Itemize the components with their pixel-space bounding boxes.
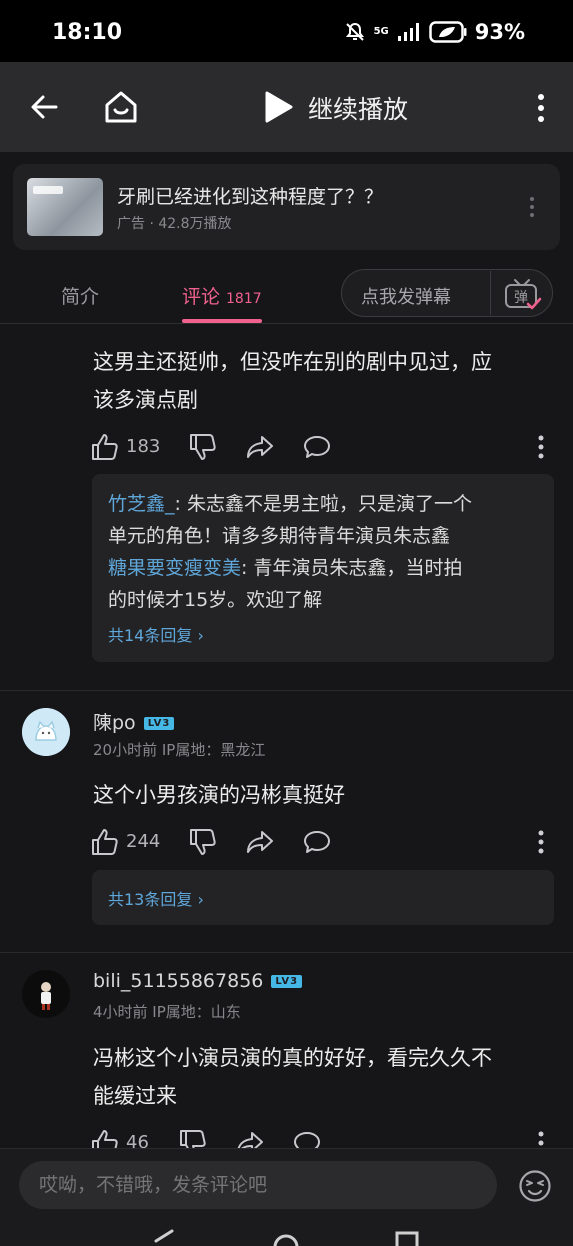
comment-text: 这个小男孩演的冯彬真挺好 — [93, 783, 345, 807]
continue-play-button[interactable]: 继续播放 — [308, 90, 408, 126]
share-icon[interactable] — [245, 827, 275, 857]
avatar[interactable] — [22, 708, 70, 756]
comment-divider — [0, 952, 573, 953]
reply-item: 竹芝鑫_: 朱志鑫不是男主啦，只是演了一个 — [108, 493, 472, 515]
level-badge: LV3 — [271, 975, 303, 988]
ad-more-icon[interactable] — [527, 196, 537, 218]
back-arrow-icon[interactable] — [28, 90, 62, 124]
view-replies-link[interactable]: 共13条回复 › — [92, 886, 554, 910]
danmu-placeholder: 点我发弹幕 — [361, 287, 451, 308]
like-count: 244 — [126, 831, 161, 852]
like-count: 183 — [126, 436, 161, 457]
home-icon[interactable] — [102, 88, 140, 126]
status-bar: 18:10 5G 93% — [0, 0, 573, 62]
level-badge: LV3 — [143, 717, 175, 730]
comment-count: 1817 — [226, 291, 262, 307]
system-recents-icon[interactable] — [393, 1227, 421, 1246]
dislike-icon[interactable] — [188, 432, 218, 462]
reply-item-cont: 单元的角色！请多多期待青年演员朱志鑫 — [108, 525, 451, 547]
comment-meta: 4小时前 IP属地：山东 — [93, 1003, 241, 1021]
comment-more-icon[interactable] — [533, 829, 549, 855]
reply-item-cont: 的时候才15岁。欢迎了解 — [108, 589, 323, 611]
reply-preview[interactable]: 共13条回复 › — [92, 870, 554, 925]
reply-item: 糖果要变瘦变美: 青年演员朱志鑫，当时拍 — [108, 557, 463, 579]
reply-preview[interactable]: 竹芝鑫_: 朱志鑫不是男主啦，只是演了一个 单元的角色！请多多期待青年演员朱志鑫… — [92, 474, 554, 662]
active-tab-indicator — [182, 319, 262, 323]
bell-off-icon — [345, 22, 364, 41]
comment-input[interactable] — [19, 1161, 497, 1209]
comment-divider — [0, 690, 573, 691]
comment-composer-bar — [0, 1148, 573, 1246]
cat-avatar-icon — [22, 708, 70, 756]
system-back-icon[interactable] — [150, 1227, 178, 1246]
reply-username[interactable]: 竹芝鑫_ — [108, 493, 175, 515]
avatar[interactable] — [22, 970, 70, 1018]
svg-text:弹: 弹 — [514, 290, 528, 306]
tab-intro[interactable]: 简介 — [61, 282, 99, 309]
comment-more-icon[interactable] — [533, 434, 549, 460]
comment-username[interactable]: 陳po LV3 — [93, 708, 175, 735]
comment-meta: 20小时前 IP属地：黑龙江 — [93, 741, 266, 759]
more-vertical-icon[interactable] — [530, 92, 552, 124]
battery-level: 93% — [474, 20, 525, 44]
ad-title: 牙刷已经进化到这种程度了？？ — [117, 186, 384, 208]
danmu-input[interactable]: 点我发弹幕 弹 — [341, 269, 553, 317]
play-icon[interactable] — [264, 90, 294, 124]
battery-icon — [428, 21, 467, 43]
comment-actions: 183 — [90, 432, 555, 462]
comment-username[interactable]: bili_51155867856 LV3 — [93, 970, 303, 992]
status-time: 18:10 — [52, 20, 123, 45]
user-avatar-icon — [22, 970, 70, 1018]
share-icon[interactable] — [245, 432, 275, 462]
tab-comments-label: 评论 — [182, 286, 221, 308]
ad-thumbnail — [27, 178, 103, 236]
reply-username[interactable]: 糖果要变瘦变美 — [108, 557, 241, 579]
tab-comments[interactable]: 评论 1817 — [182, 282, 262, 309]
reply-icon[interactable] — [302, 432, 332, 462]
signal-icon — [397, 23, 419, 41]
top-nav: 继续播放 — [0, 62, 573, 152]
like-icon[interactable] — [90, 432, 120, 462]
dislike-icon[interactable] — [188, 827, 218, 857]
emoji-icon[interactable] — [518, 1169, 552, 1203]
system-home-icon[interactable] — [272, 1227, 300, 1246]
ad-card[interactable]: 牙刷已经进化到这种程度了？？ 广告 · 42.8万播放 — [13, 164, 560, 250]
like-icon[interactable] — [90, 827, 120, 857]
network-type: 5G — [373, 26, 389, 37]
reply-icon[interactable] — [302, 827, 332, 857]
tab-bar: 简介 评论 1817 点我发弹幕 弹 — [0, 262, 573, 324]
status-icons: 5G 93% — [344, 20, 525, 44]
view-replies-link[interactable]: 共14条回复 › — [92, 622, 554, 646]
danmu-toggle-icon[interactable]: 弹 — [502, 276, 542, 312]
ad-meta: 广告 · 42.8万播放 — [117, 216, 232, 232]
comment-actions: 244 — [90, 827, 555, 857]
comment-text: 这男主还挺帅，但没咋在别的剧中见过，应 该多演点剧 — [93, 350, 492, 412]
comment-text: 冯彬这个小演员演的真的好好，看完久久不 能缓过来 — [93, 1046, 492, 1108]
